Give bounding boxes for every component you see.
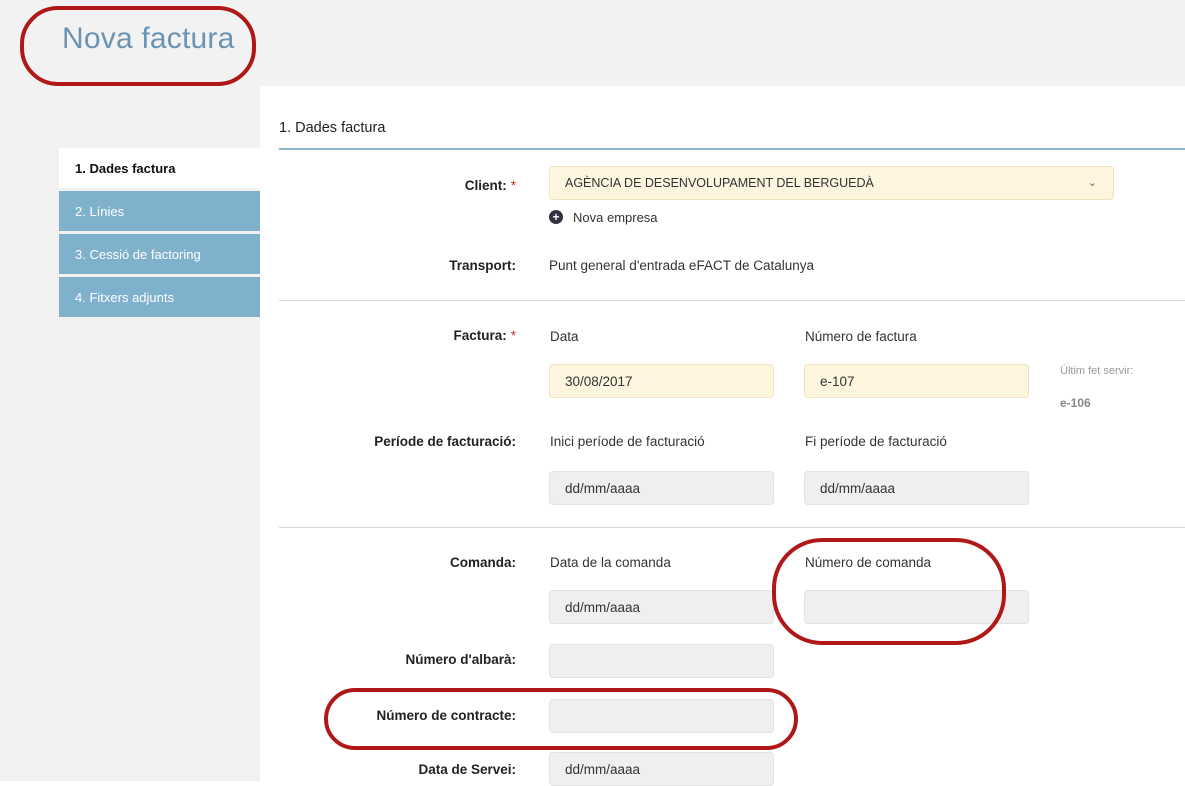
order-number-label: Número de comanda [805, 555, 932, 570]
tab-label: 3. Cessió de factoring [75, 246, 201, 262]
new-company-link[interactable]: Nova empresa [573, 210, 658, 225]
tab-label: 4. Fitxers adjunts [75, 289, 174, 305]
page-title: Nova factura [62, 22, 235, 55]
contract-input[interactable] [549, 699, 774, 733]
order-label: Comanda: [449, 555, 516, 570]
billing-start-label: Inici període de facturació [550, 434, 705, 449]
step-tabs: 1. Dades factura 2. Línies 3. Cessió de … [59, 148, 260, 320]
transport-value: Punt general d'entrada eFACT de Cataluny… [549, 258, 815, 273]
transport-label: Transport: [449, 258, 516, 273]
required-mark: * [510, 328, 516, 343]
invoice-label: Factura: * [453, 328, 516, 343]
last-used-label: Últim fet servir: [1060, 365, 1134, 377]
divider [279, 300, 1185, 301]
billing-period-label: Període de facturació: [374, 434, 516, 449]
required-mark: * [510, 178, 516, 193]
form-panel: 1. Dades factura Client: * AGÈNCIA DE DES… [260, 86, 1185, 786]
tab-label: 2. Línies [75, 203, 125, 219]
divider [279, 527, 1185, 528]
tab-linies[interactable]: 2. Línies [59, 191, 260, 231]
order-number-input[interactable] [804, 590, 1029, 624]
section-title: 1. Dades factura [279, 120, 386, 136]
order-date-label: Data de la comanda [550, 555, 671, 570]
invoice-date-label: Data [550, 329, 579, 344]
delivery-note-label: Número d'albarà: [405, 652, 517, 667]
tab-label: 1. Dades factura [75, 160, 176, 176]
invoice-date-input[interactable]: 30/08/2017 [549, 364, 774, 398]
tab-fitxers-adjunts[interactable]: 4. Fitxers adjunts [59, 277, 260, 317]
billing-end-input[interactable]: dd/mm/aaaa [804, 471, 1029, 505]
invoice-number-input[interactable]: e-107 [804, 364, 1029, 398]
contract-label: Número de contracte: [376, 708, 516, 723]
invoice-number-label: Número de factura [805, 329, 917, 344]
client-select-value: AGÈNCIA DE DESENVOLUPAMENT DEL BERGUEDÀ [565, 176, 874, 190]
client-label: Client: * [464, 178, 516, 193]
delivery-note-input[interactable] [549, 644, 774, 678]
chevron-down-icon: ⌄ [1087, 177, 1097, 189]
plus-circle-icon[interactable]: + [549, 210, 563, 224]
service-date-label: Data de Servei: [418, 762, 516, 777]
tab-cessio-factoring[interactable]: 3. Cessió de factoring [59, 234, 260, 274]
client-select[interactable]: AGÈNCIA DE DESENVOLUPAMENT DEL BERGUEDÀ … [549, 166, 1114, 200]
order-date-input[interactable]: dd/mm/aaaa [549, 590, 774, 624]
billing-end-label: Fi període de facturació [805, 434, 947, 449]
last-used-value: e-106 [1060, 396, 1091, 410]
section-divider [279, 148, 1185, 150]
tab-dades-factura[interactable]: 1. Dades factura [59, 148, 260, 188]
billing-start-input[interactable]: dd/mm/aaaa [549, 471, 774, 505]
